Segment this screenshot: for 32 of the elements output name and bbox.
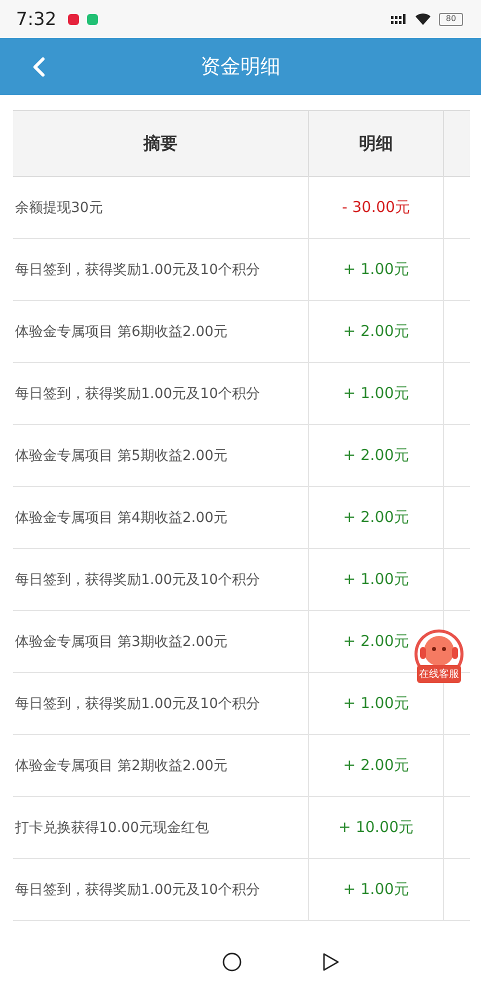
table-cell: 体验金专属项目 第4期收益2.00元 (13, 486, 308, 548)
amount-cell: + 2.00元 (308, 486, 444, 548)
table-cell: 打卡兑换获得10.00元现金红包 (13, 796, 308, 858)
signal-icon (391, 14, 407, 24)
amount-cell: + 10.00元 (308, 796, 444, 858)
battery-icon: 80 (439, 12, 463, 26)
column-header: 明细 (308, 110, 444, 176)
status-time: 7:32 (16, 8, 56, 30)
table-cell: 体验金专属项目 第6期收益2.00元 (13, 300, 308, 362)
column-header: 摘要 (13, 110, 308, 176)
back-triangle-icon[interactable] (322, 952, 340, 972)
amount-cell: - 30.00元 (308, 176, 444, 238)
table-cell: 每日签到，获得奖励1.00元及10个积分 (13, 548, 308, 610)
amount-cell: + 2.00元 (308, 734, 444, 796)
page-title: 资金明细 (200, 53, 280, 80)
table-cell: 每日签到，获得奖励1.00元及10个积分 (13, 858, 308, 920)
back-icon[interactable] (32, 56, 46, 76)
amount-cell: + 1.00元 (308, 548, 444, 610)
amount-cell: + 1.00元 (308, 362, 444, 424)
wifi-icon (415, 12, 431, 26)
home-icon[interactable] (222, 952, 242, 972)
table-cell: 体验金专属项目 第5期收益2.00元 (13, 424, 308, 486)
amount-cell: + 1.00元 (308, 858, 444, 920)
table-cell: 每日签到，获得奖励1.00元及10个积分 (13, 672, 308, 734)
table-cell: 每日签到，获得奖励1.00元及10个积分 (13, 238, 308, 300)
table-cell: 余额提现30元 (13, 176, 308, 238)
amount-cell: + 2.00元 (308, 300, 444, 362)
table-cell: 每日签到，获得奖励1.00元及10个积分 (13, 362, 308, 424)
table-cell: 体验金专属项目 第2期收益2.00元 (13, 734, 308, 796)
table-cell: 体验金专属项目 第3期收益2.00元 (13, 610, 308, 672)
amount-cell: + 2.00元 (308, 424, 444, 486)
amount-cell: + 1.00元 (308, 238, 444, 300)
